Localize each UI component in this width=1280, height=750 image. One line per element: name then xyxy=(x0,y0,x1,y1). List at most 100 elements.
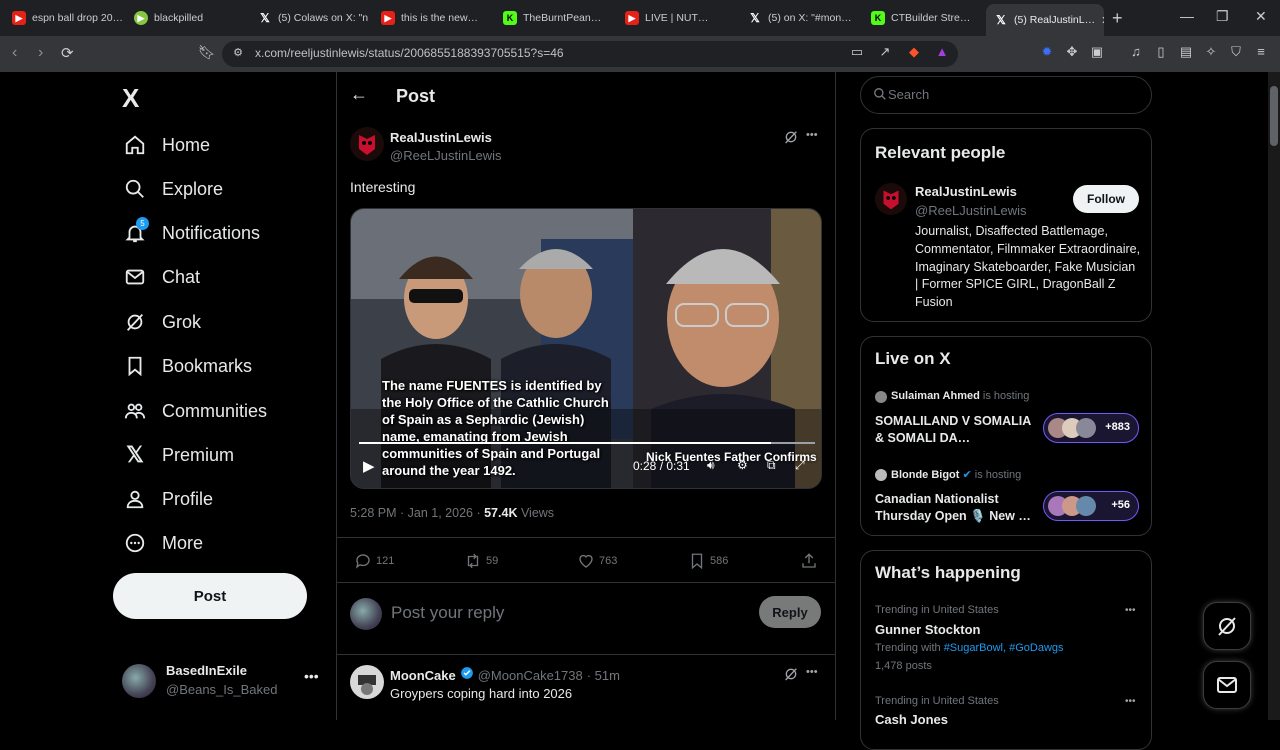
youtube-icon: ▶ xyxy=(381,11,395,25)
nav-premium[interactable]: 𝕏 Premium xyxy=(122,437,234,473)
back-arrow-icon[interactable]: ← xyxy=(350,84,368,105)
nav-more[interactable]: More xyxy=(122,525,203,561)
author-avatar[interactable] xyxy=(350,127,384,161)
vpn-icon[interactable]: ⛉ xyxy=(1228,44,1244,60)
author-name[interactable]: RealJustinLewis xyxy=(390,130,492,145)
screenshot-icon[interactable]: ▣ xyxy=(1089,44,1105,60)
media-icon[interactable]: ♫ xyxy=(1128,44,1144,60)
nav-notifications[interactable]: 5 Notifications xyxy=(122,215,260,251)
more-dots-icon[interactable]: ••• xyxy=(1125,696,1136,707)
page-title: Post xyxy=(396,86,436,106)
author-handle[interactable]: @ReeLJustinLewis xyxy=(390,148,501,163)
menu-icon[interactable]: ≡ xyxy=(1253,44,1269,60)
post-actions: 121 59 763 586 xyxy=(336,537,836,583)
browser-tab[interactable]: ▶ this is the new… xyxy=(381,6,491,30)
x-logo[interactable]: X xyxy=(122,83,139,114)
person-name[interactable]: RealJustinLewis xyxy=(915,184,1017,199)
more-dots-icon[interactable]: ••• xyxy=(1125,605,1136,616)
person-handle[interactable]: @ReeLJustinLewis xyxy=(915,203,1026,218)
comment-author-handle[interactable]: @MoonCake1738 xyxy=(478,668,583,683)
nav-communities[interactable]: Communities xyxy=(122,393,267,429)
brave-shield-icon[interactable]: ◆ xyxy=(906,44,922,60)
verified-badge-icon: ✔ xyxy=(962,469,972,481)
share-icon[interactable]: ↗ xyxy=(877,44,893,60)
post-button[interactable]: Post xyxy=(113,573,307,619)
nav-explore[interactable]: Explore xyxy=(122,171,223,207)
search-box[interactable]: Search xyxy=(860,76,1152,114)
forward-icon[interactable]: › xyxy=(38,44,43,62)
more-dots-icon[interactable]: ••• xyxy=(806,666,818,678)
share-action[interactable] xyxy=(800,552,822,570)
close-icon[interactable]: ✕ xyxy=(1101,14,1104,27)
avatar[interactable] xyxy=(350,665,384,699)
nav-grok[interactable]: Grok xyxy=(122,304,201,340)
comment-text: Groypers coping hard into 2026 xyxy=(390,686,573,701)
browser-tab[interactable]: ▶ blackpilled xyxy=(134,6,244,30)
leo-ai-icon[interactable]: ✧ xyxy=(1203,44,1219,60)
browser-tab[interactable]: K TheBurntPean… xyxy=(503,6,613,30)
nav-chat[interactable]: Chat xyxy=(122,259,200,295)
follow-button[interactable]: Follow xyxy=(1073,185,1139,213)
browser-tab[interactable]: 𝕏(5) Colaws on X: "n… xyxy=(258,6,368,30)
live-listeners-pill[interactable]: +883 xyxy=(1043,413,1139,443)
avatar[interactable] xyxy=(875,183,907,215)
grok-icon[interactable] xyxy=(783,129,799,150)
wallet-icon[interactable]: ▤ xyxy=(1178,44,1194,60)
browser-tab[interactable]: ▶ espn ball drop 20… xyxy=(12,6,122,30)
reload-icon[interactable]: ⟳ xyxy=(61,44,74,62)
more-dots-icon[interactable]: ••• xyxy=(806,129,818,141)
maximize-button[interactable]: ❐ xyxy=(1216,8,1229,25)
like-action[interactable]: 763 xyxy=(577,552,617,570)
grok-icon[interactable] xyxy=(783,666,799,687)
browser-tab[interactable]: ▶ LIVE | NUT… xyxy=(625,6,735,30)
cast-icon[interactable]: ▭ xyxy=(849,44,865,60)
view-count: 57.4K xyxy=(484,506,518,520)
url-text[interactable]: x.com/reeljustinlewis/status/20068551883… xyxy=(255,46,564,60)
settings-gear-icon[interactable]: ⚙ xyxy=(737,458,748,472)
pip-icon[interactable]: ⧉ xyxy=(767,458,776,473)
window-close-button[interactable]: ✕ xyxy=(1255,8,1267,25)
browser-tab-active[interactable]: 𝕏(5) RealJustinL…✕ xyxy=(986,4,1104,36)
reply-action[interactable]: 121 xyxy=(354,552,394,570)
sidebar-icon[interactable]: ▯ xyxy=(1153,44,1169,60)
comment-author-name[interactable]: MoonCake xyxy=(390,668,456,683)
comment-time[interactable]: · 51m xyxy=(587,668,620,683)
listener-count: +56 xyxy=(1111,499,1130,511)
new-tab-button[interactable]: + xyxy=(1112,8,1123,29)
account-switcher[interactable]: BasedInExile @Beans_Is_Baked ••• xyxy=(122,660,322,700)
reply-input[interactable]: Post your reply xyxy=(391,603,504,623)
extensions-puzzle-icon[interactable]: ✥ xyxy=(1064,44,1080,60)
brave-rewards-icon[interactable]: ▲ xyxy=(934,44,950,60)
browser-tab[interactable]: 𝕏 (5) on X: "#mon… xyxy=(748,6,858,30)
messages-float-button[interactable] xyxy=(1203,661,1251,709)
video-player[interactable]: The name FUENTES is identified by the Ho… xyxy=(350,208,822,489)
fullscreen-icon[interactable]: ⤢ xyxy=(795,458,805,473)
minimize-button[interactable]: — xyxy=(1180,8,1194,24)
live-listeners-pill[interactable]: +56 xyxy=(1043,491,1139,521)
trend-hashtags[interactable]: #SugarBowl, #GoDawgs xyxy=(944,642,1064,654)
video-progress-bar[interactable] xyxy=(359,442,815,444)
page-scrollbar[interactable] xyxy=(1268,72,1280,720)
nav-profile[interactable]: Profile xyxy=(122,481,213,517)
trend-context: Trending in United States xyxy=(875,695,999,707)
nav-home[interactable]: Home xyxy=(122,127,210,163)
more-dots-icon[interactable]: ••• xyxy=(304,668,319,684)
grok-float-button[interactable] xyxy=(1203,602,1251,650)
back-icon[interactable]: ‹ xyxy=(12,44,17,62)
scrollbar-thumb[interactable] xyxy=(1270,86,1278,146)
listener-count: +883 xyxy=(1105,421,1130,433)
site-info-icon[interactable]: ⚙ xyxy=(230,45,246,61)
person-icon xyxy=(122,486,148,512)
extension-icon[interactable]: ✹ xyxy=(1039,44,1055,60)
bookmark-action[interactable]: 586 xyxy=(688,552,728,570)
nav-bookmarks[interactable]: Bookmarks xyxy=(122,348,252,384)
volume-icon[interactable]: 🔊︎ xyxy=(707,458,715,473)
repost-action[interactable]: 59 xyxy=(464,552,498,570)
play-icon[interactable]: ▶ xyxy=(363,457,375,475)
reply-button[interactable]: Reply xyxy=(759,596,821,628)
browser-tab[interactable]: K CTBuilder Stre… xyxy=(871,6,981,30)
x-icon: 𝕏 xyxy=(750,11,760,25)
search-input[interactable]: Search xyxy=(888,87,929,102)
bookmark-page-icon[interactable]: 🔖︎ xyxy=(198,44,216,61)
post-timestamp[interactable]: 5:28 PM · Jan 1, 2026 · xyxy=(350,506,484,520)
